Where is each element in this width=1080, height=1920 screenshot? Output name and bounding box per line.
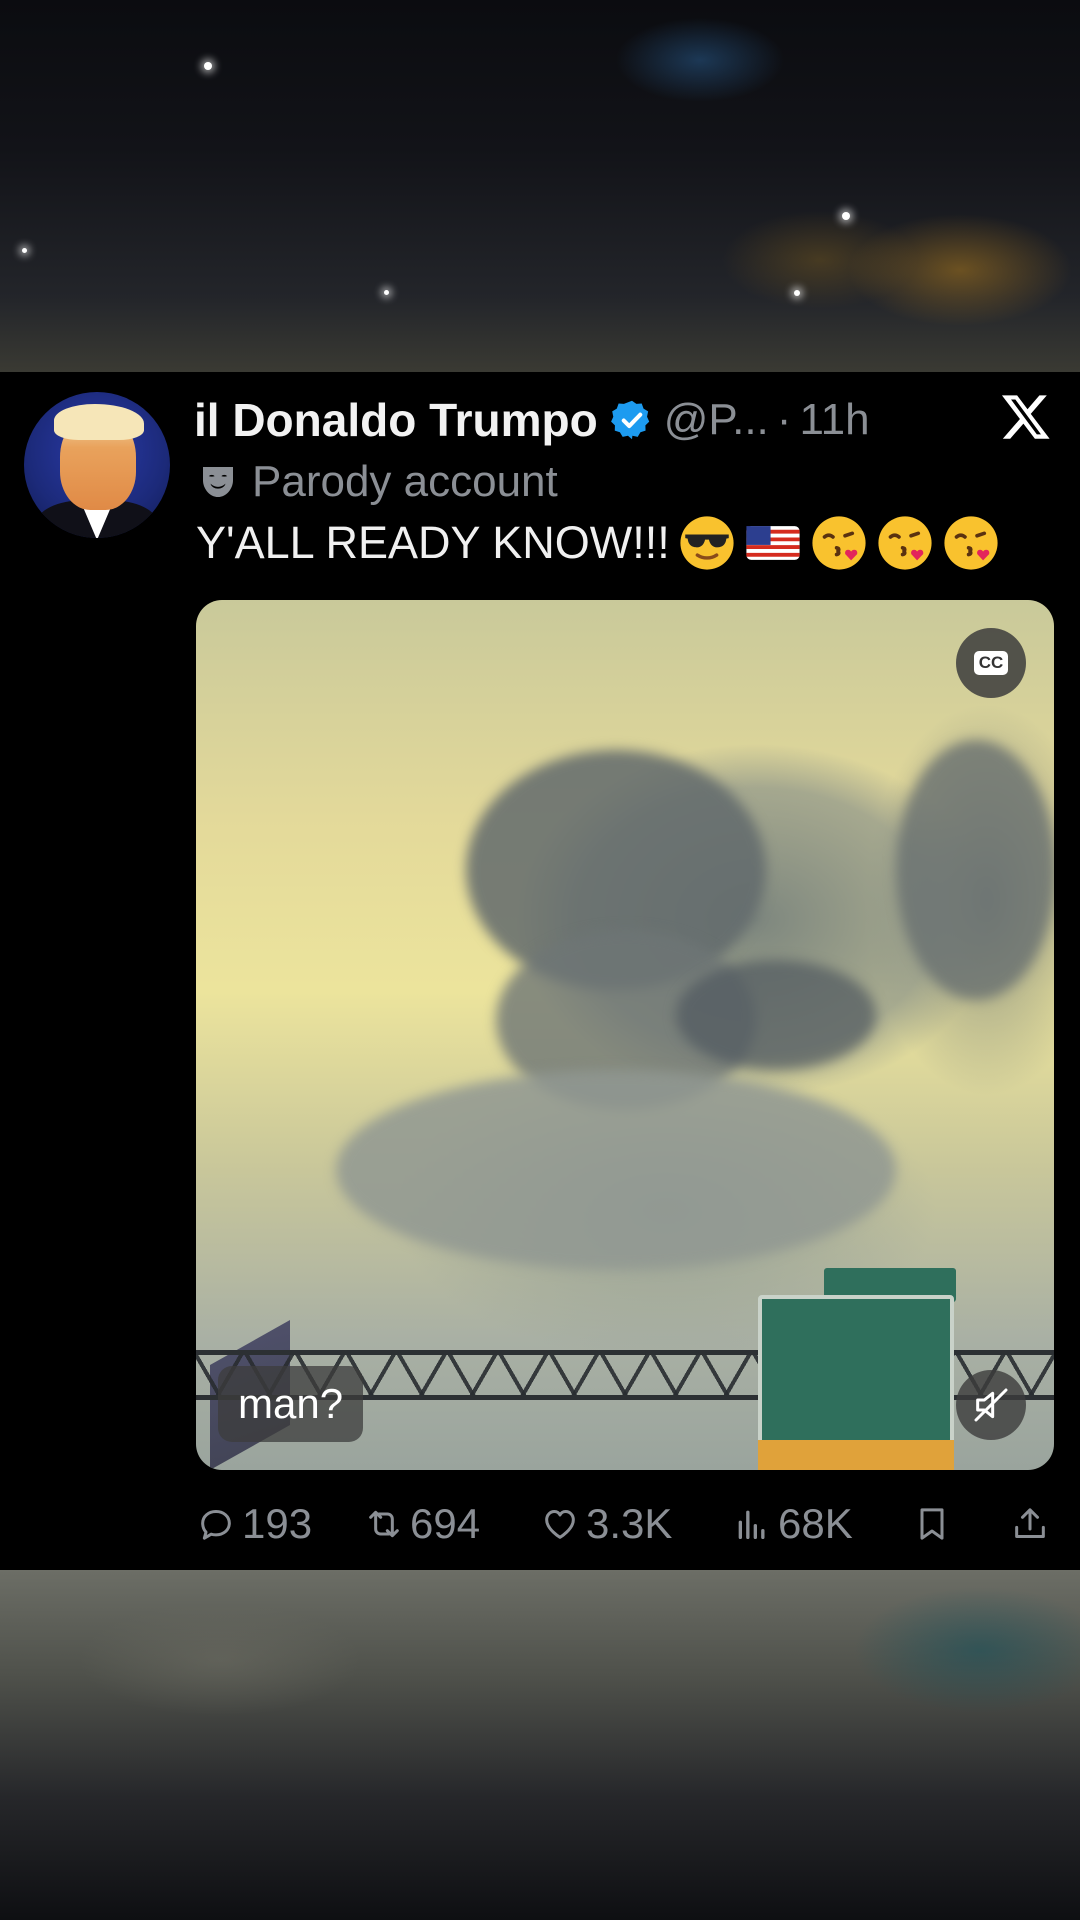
us-flag-emoji-icon xyxy=(746,526,800,560)
tweet-card[interactable]: il Donaldo Trumpo @P... · 11h Parody acc… xyxy=(0,372,1080,1570)
sparkle xyxy=(842,212,850,220)
verified-badge-icon xyxy=(610,400,649,440)
cloud-shape xyxy=(336,1070,896,1270)
action-bar: 193 694 3.3K 68K xyxy=(196,1494,1060,1554)
cc-label: CC xyxy=(973,651,1009,675)
separator: · xyxy=(776,395,792,444)
road-sign-exit-panel xyxy=(758,1440,954,1470)
kissing-face-emoji-icon xyxy=(878,516,932,570)
x-logo-icon xyxy=(1001,395,1050,439)
cloud-shape xyxy=(896,740,1054,1000)
parody-label: Parody account xyxy=(198,454,558,510)
retweet-icon xyxy=(369,1510,399,1538)
muted-speaker-icon xyxy=(974,1388,1008,1422)
video-caption: man? xyxy=(218,1366,364,1442)
share-button[interactable] xyxy=(1010,1504,1056,1544)
reply-count: 193 xyxy=(242,1500,313,1547)
views-chart-icon xyxy=(738,1510,765,1539)
like-button[interactable]: 3.3K xyxy=(540,1500,672,1548)
kissing-face-emoji-icon xyxy=(944,516,998,570)
bookmark-button[interactable] xyxy=(912,1504,958,1544)
sparkle xyxy=(794,290,800,296)
mute-button[interactable] xyxy=(956,1370,1026,1440)
kissing-face-emoji-icon xyxy=(812,516,866,570)
captions-button[interactable]: CC xyxy=(956,628,1026,698)
theater-mask-icon xyxy=(203,467,233,497)
views-count: 68K xyxy=(778,1500,853,1547)
parody-text: Parody account xyxy=(252,457,558,506)
display-name[interactable]: il Donaldo Trumpo xyxy=(194,393,598,447)
tweet-text: Y'ALL READY KNOW!!! xyxy=(196,514,1000,572)
sparkle xyxy=(204,62,212,70)
like-count: 3.3K xyxy=(586,1500,673,1547)
reply-button[interactable]: 193 xyxy=(196,1500,312,1548)
avatar[interactable] xyxy=(24,392,170,538)
tweet-header: il Donaldo Trumpo @P... · 11h xyxy=(194,390,1056,450)
cloud-shape xyxy=(676,960,876,1070)
blurred-background-top xyxy=(0,0,1080,372)
reply-icon xyxy=(201,1510,231,1540)
retweet-button[interactable]: 694 xyxy=(364,1500,480,1548)
views-button[interactable]: 68K xyxy=(732,1500,853,1548)
bookmark-icon xyxy=(920,1508,944,1540)
sparkle xyxy=(22,248,27,253)
heart-icon xyxy=(545,1510,575,1539)
caption-text: man? xyxy=(238,1380,344,1427)
handle[interactable]: @P... xyxy=(664,395,769,445)
blurred-background-bottom xyxy=(0,1570,1080,1920)
avatar-hair xyxy=(54,404,144,440)
timestamp[interactable]: 11h xyxy=(799,395,869,445)
sparkle xyxy=(384,290,389,295)
share-icon xyxy=(1015,1508,1045,1538)
tweet-body: Y'ALL READY KNOW!!! xyxy=(196,517,670,568)
video-player[interactable]: CC man? xyxy=(196,600,1054,1470)
retweet-count: 694 xyxy=(410,1500,481,1547)
sunglasses-face-emoji-icon xyxy=(680,516,734,570)
